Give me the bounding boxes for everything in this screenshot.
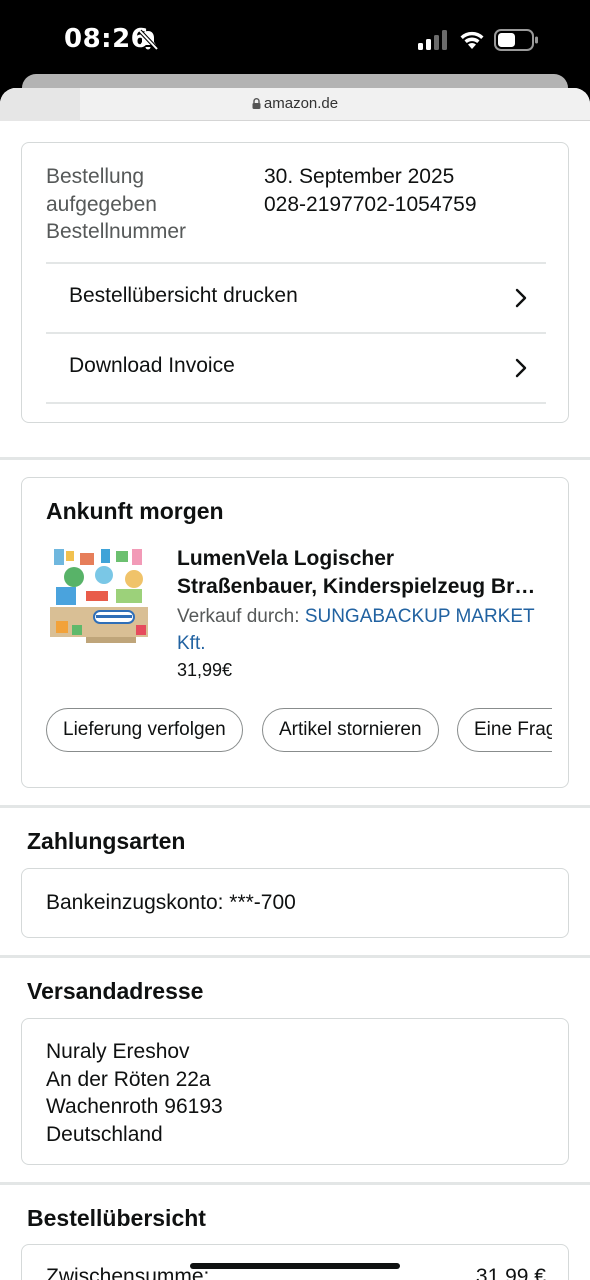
- url-bar[interactable]: amazon.de: [0, 88, 590, 121]
- section-divider: [0, 955, 590, 958]
- url-text: amazon.de: [0, 95, 590, 112]
- subtotal-label: Zwischensumme:: [46, 1265, 210, 1280]
- product-image[interactable]: [46, 545, 152, 651]
- url-domain: amazon.de: [263, 95, 339, 112]
- address-street: An der Röten 22a: [46, 1067, 211, 1091]
- arrival-heading: Ankunft morgen: [46, 498, 224, 524]
- product-title[interactable]: LumenVela Logischer Straßenbauer, Kinder…: [177, 545, 557, 601]
- status-bar: 08:26: [0, 0, 590, 80]
- lock-icon: [252, 98, 261, 109]
- order-date-value: 30. September 2025: [264, 165, 455, 188]
- subtotal-value: 31,99 €: [475, 1265, 546, 1280]
- address-block: Nuraly Ereshov An der Röten 22a Wachenro…: [46, 1038, 223, 1148]
- divider: [46, 402, 546, 404]
- shipment-card: Ankunft morgen LumenVela Logischer Straß…: [21, 477, 569, 788]
- seller-link-2[interactable]: Kft.: [177, 633, 206, 654]
- wifi-icon: [460, 31, 484, 49]
- bell-slash-icon: [138, 29, 159, 51]
- track-delivery-button[interactable]: Lieferung verfolgen: [46, 708, 243, 752]
- print-order-summary-link[interactable]: Bestellübersicht drucken: [46, 262, 546, 332]
- payment-card: Bankeinzugskonto: ***-700: [21, 868, 569, 938]
- section-divider: [0, 1182, 590, 1185]
- payment-method: Bankeinzugskonto: ***-700: [46, 891, 296, 914]
- cellular-signal-icon: [418, 30, 447, 50]
- seller-info: Verkauf durch: SUNGABACKUP MARKET Kft.: [177, 603, 557, 657]
- seller-prefix: Verkauf durch:: [177, 606, 300, 627]
- order-date-label: Bestellung: [46, 165, 145, 188]
- address-country: Deutschland: [46, 1122, 163, 1146]
- ask-question-button[interactable]: Eine Frage zum Produkt stellen: [457, 708, 552, 752]
- chevron-right-icon: [515, 288, 527, 308]
- browser-sheet: amazon.de Bestellung aufgegeben Bestelln…: [0, 88, 590, 1280]
- product-title-line1: LumenVela Logischer: [177, 547, 395, 570]
- payment-heading: Zahlungsarten: [27, 828, 186, 854]
- home-indicator[interactable]: [190, 1263, 400, 1269]
- cancel-item-button[interactable]: Artikel stornieren: [262, 708, 439, 752]
- address-city: Wachenroth 96193: [46, 1095, 223, 1118]
- order-info-labels: Bestellung aufgegeben Bestellnummer: [46, 163, 246, 246]
- order-number-value: 028-2197702-1054759: [264, 192, 477, 216]
- order-info-values: 30. September 2025 028-2197702-1054759: [264, 163, 477, 218]
- section-divider: [0, 805, 590, 808]
- section-divider: [0, 457, 590, 460]
- download-invoice-label: Download Invoice: [69, 354, 235, 377]
- download-invoice-link[interactable]: Download Invoice: [46, 332, 546, 402]
- order-date-label-2: aufgegeben: [46, 192, 157, 216]
- battery-icon: [494, 29, 538, 51]
- print-order-summary-label: Bestellübersicht drucken: [69, 284, 298, 307]
- shipping-address-heading: Versandadresse: [27, 978, 204, 1004]
- shipping-address-card: Nuraly Ereshov An der Röten 22a Wachenro…: [21, 1018, 569, 1165]
- product-price: 31,99€: [177, 660, 233, 680]
- order-info-card: Bestellung aufgegeben Bestellnummer 30. …: [21, 142, 569, 423]
- order-summary-card: Zwischensumme: 31,99 €: [21, 1244, 569, 1280]
- chevron-right-icon: [515, 358, 527, 378]
- address-name: Nuraly Ereshov: [46, 1040, 190, 1063]
- product-title-line2: Straßenbauer, Kinderspielzeug Br…: [177, 575, 536, 598]
- seller-link[interactable]: SUNGABACKUP MARKET: [305, 606, 535, 627]
- order-summary-heading: Bestellübersicht: [27, 1205, 206, 1231]
- shipment-action-buttons: Lieferung verfolgen Artikel stornieren E…: [46, 708, 552, 754]
- order-number-label: Bestellnummer: [46, 220, 187, 243]
